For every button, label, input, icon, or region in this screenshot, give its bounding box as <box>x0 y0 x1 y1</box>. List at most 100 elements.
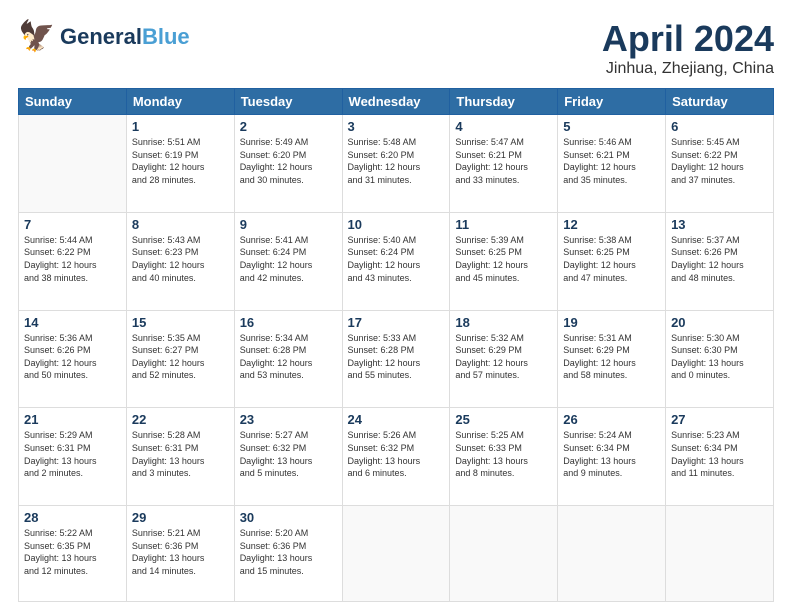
day-number: 8 <box>132 217 229 232</box>
main-title: April 2024 <box>602 18 774 60</box>
day-number: 19 <box>563 315 660 330</box>
day-number: 14 <box>24 315 121 330</box>
table-row: 23 Sunrise: 5:27 AMSunset: 6:32 PMDayligh… <box>234 408 342 506</box>
table-row: 21Sunrise: 5:29 AMSunset: 6:31 PMDayligh… <box>19 408 127 506</box>
day-number: 20 <box>671 315 768 330</box>
day-info: Sunrise: 5:31 AMSunset: 6:29 PMDaylight:… <box>563 332 660 382</box>
day-number: 26 <box>563 412 660 427</box>
table-row: 26Sunrise: 5:24 AMSunset: 6:34 PMDayligh… <box>558 408 666 506</box>
calendar-table: Sunday Monday Tuesday Wednesday Thursday… <box>18 88 774 602</box>
day-number: 9 <box>240 217 337 232</box>
day-info: Sunrise: 5:46 AMSunset: 6:21 PMDaylight:… <box>563 136 660 186</box>
day-info: Sunrise: 5:34 AMSunset: 6:28 PMDaylight:… <box>240 332 337 382</box>
day-info: Sunrise: 5:49 AMSunset: 6:20 PMDaylight:… <box>240 136 337 186</box>
day-number: 18 <box>455 315 552 330</box>
subtitle: Jinhua, Zhejiang, China <box>602 60 774 78</box>
day-number: 17 <box>348 315 445 330</box>
header-sunday: Sunday <box>19 89 127 115</box>
table-row <box>450 506 558 602</box>
table-row: 13Sunrise: 5:37 AMSunset: 6:26 PMDayligh… <box>666 212 774 310</box>
day-number: 13 <box>671 217 768 232</box>
day-number: 25 <box>455 412 552 427</box>
day-info: Sunrise: 5:48 AMSunset: 6:20 PMDaylight:… <box>348 136 445 186</box>
day-info: Sunrise: 5:45 AMSunset: 6:22 PMDaylight:… <box>671 136 768 186</box>
svg-text:🦅: 🦅 <box>18 18 55 53</box>
table-row: 16Sunrise: 5:34 AMSunset: 6:28 PMDayligh… <box>234 310 342 408</box>
table-row <box>19 115 127 213</box>
day-info: Sunrise: 5:25 AMSunset: 6:33 PMDaylight:… <box>455 429 552 479</box>
table-row: 4 Sunrise: 5:47 AMSunset: 6:21 PMDaylight… <box>450 115 558 213</box>
day-number: 1 <box>132 119 229 134</box>
day-info: Sunrise: 5:43 AMSunset: 6:23 PMDaylight:… <box>132 234 229 284</box>
day-info: Sunrise: 5:44 AMSunset: 6:22 PMDaylight:… <box>24 234 121 284</box>
table-row: 20Sunrise: 5:30 AMSunset: 6:30 PMDayligh… <box>666 310 774 408</box>
day-info: Sunrise: 5:21 AMSunset: 6:36 PMDaylight:… <box>132 527 229 577</box>
table-row: 6Sunrise: 5:45 AMSunset: 6:22 PMDaylight… <box>666 115 774 213</box>
day-number: 4 <box>455 119 552 134</box>
day-info: Sunrise: 5:28 AMSunset: 6:31 PMDaylight:… <box>132 429 229 479</box>
header-tuesday: Tuesday <box>234 89 342 115</box>
day-number: 29 <box>132 510 229 525</box>
day-info: Sunrise: 5:47 AMSunset: 6:21 PMDaylight:… <box>455 136 552 186</box>
table-row: 17 Sunrise: 5:33 AMSunset: 6:28 PMDayligh… <box>342 310 450 408</box>
day-number: 10 <box>348 217 445 232</box>
day-info: Sunrise: 5:23 AMSunset: 6:34 PMDaylight:… <box>671 429 768 479</box>
logo-bird-icon: 🦅 <box>18 18 56 56</box>
table-row: 27 Sunrise: 5:23 AMSunset: 6:34 PMDayligh… <box>666 408 774 506</box>
day-number: 5 <box>563 119 660 134</box>
logo: 🦅 GeneralBlue <box>18 18 190 56</box>
day-number: 2 <box>240 119 337 134</box>
table-row: 24Sunrise: 5:26 AMSunset: 6:32 PMDayligh… <box>342 408 450 506</box>
table-row <box>666 506 774 602</box>
day-info: Sunrise: 5:33 AMSunset: 6:28 PMDaylight:… <box>348 332 445 382</box>
table-row <box>558 506 666 602</box>
day-info: Sunrise: 5:35 AMSunset: 6:27 PMDaylight:… <box>132 332 229 382</box>
table-row: 9 Sunrise: 5:41 AMSunset: 6:24 PMDaylight… <box>234 212 342 310</box>
day-number: 7 <box>24 217 121 232</box>
day-number: 12 <box>563 217 660 232</box>
day-number: 28 <box>24 510 121 525</box>
header-friday: Friday <box>558 89 666 115</box>
day-info: Sunrise: 5:29 AMSunset: 6:31 PMDaylight:… <box>24 429 121 479</box>
table-row: 29 Sunrise: 5:21 AMSunset: 6:36 PMDayligh… <box>126 506 234 602</box>
table-row: 3 Sunrise: 5:48 AMSunset: 6:20 PMDaylight… <box>342 115 450 213</box>
table-row: 22 Sunrise: 5:28 AMSunset: 6:31 PMDayligh… <box>126 408 234 506</box>
table-row: 11Sunrise: 5:39 AMSunset: 6:25 PMDayligh… <box>450 212 558 310</box>
day-info: Sunrise: 5:38 AMSunset: 6:25 PMDaylight:… <box>563 234 660 284</box>
title-block: April 2024 Jinhua, Zhejiang, China <box>602 18 774 78</box>
day-info: Sunrise: 5:36 AMSunset: 6:26 PMDaylight:… <box>24 332 121 382</box>
day-number: 27 <box>671 412 768 427</box>
day-info: Sunrise: 5:39 AMSunset: 6:25 PMDaylight:… <box>455 234 552 284</box>
table-row: 2 Sunrise: 5:49 AMSunset: 6:20 PMDaylight… <box>234 115 342 213</box>
day-info: Sunrise: 5:20 AMSunset: 6:36 PMDaylight:… <box>240 527 337 577</box>
header-monday: Monday <box>126 89 234 115</box>
day-number: 3 <box>348 119 445 134</box>
table-row: 28Sunrise: 5:22 AMSunset: 6:35 PMDayligh… <box>19 506 127 602</box>
calendar-header-row: Sunday Monday Tuesday Wednesday Thursday… <box>19 89 774 115</box>
header-saturday: Saturday <box>666 89 774 115</box>
day-info: Sunrise: 5:27 AMSunset: 6:32 PMDaylight:… <box>240 429 337 479</box>
day-info: Sunrise: 5:32 AMSunset: 6:29 PMDaylight:… <box>455 332 552 382</box>
day-info: Sunrise: 5:41 AMSunset: 6:24 PMDaylight:… <box>240 234 337 284</box>
table-row: 5 Sunrise: 5:46 AMSunset: 6:21 PMDaylight… <box>558 115 666 213</box>
table-row: 15 Sunrise: 5:35 AMSunset: 6:27 PMDayligh… <box>126 310 234 408</box>
day-number: 22 <box>132 412 229 427</box>
day-number: 30 <box>240 510 337 525</box>
day-info: Sunrise: 5:51 AMSunset: 6:19 PMDaylight:… <box>132 136 229 186</box>
logo-text-block: GeneralBlue <box>60 24 190 49</box>
header-wednesday: Wednesday <box>342 89 450 115</box>
table-row: 1 Sunrise: 5:51 AMSunset: 6:19 PMDaylight… <box>126 115 234 213</box>
table-row: 10 Sunrise: 5:40 AMSunset: 6:24 PMDayligh… <box>342 212 450 310</box>
table-row: 14 Sunrise: 5:36 AMSunset: 6:26 PMDayligh… <box>19 310 127 408</box>
table-row: 12 Sunrise: 5:38 AMSunset: 6:25 PMDayligh… <box>558 212 666 310</box>
day-number: 23 <box>240 412 337 427</box>
page: 🦅 GeneralBlue April 2024 Jinhua, Zhejian… <box>0 0 792 612</box>
day-info: Sunrise: 5:40 AMSunset: 6:24 PMDaylight:… <box>348 234 445 284</box>
table-row: 25 Sunrise: 5:25 AMSunset: 6:33 PMDayligh… <box>450 408 558 506</box>
day-info: Sunrise: 5:26 AMSunset: 6:32 PMDaylight:… <box>348 429 445 479</box>
table-row: 7 Sunrise: 5:44 AMSunset: 6:22 PMDaylight… <box>19 212 127 310</box>
table-row <box>342 506 450 602</box>
table-row: 19 Sunrise: 5:31 AMSunset: 6:29 PMDayligh… <box>558 310 666 408</box>
logo-name: GeneralBlue <box>60 24 190 49</box>
day-number: 15 <box>132 315 229 330</box>
